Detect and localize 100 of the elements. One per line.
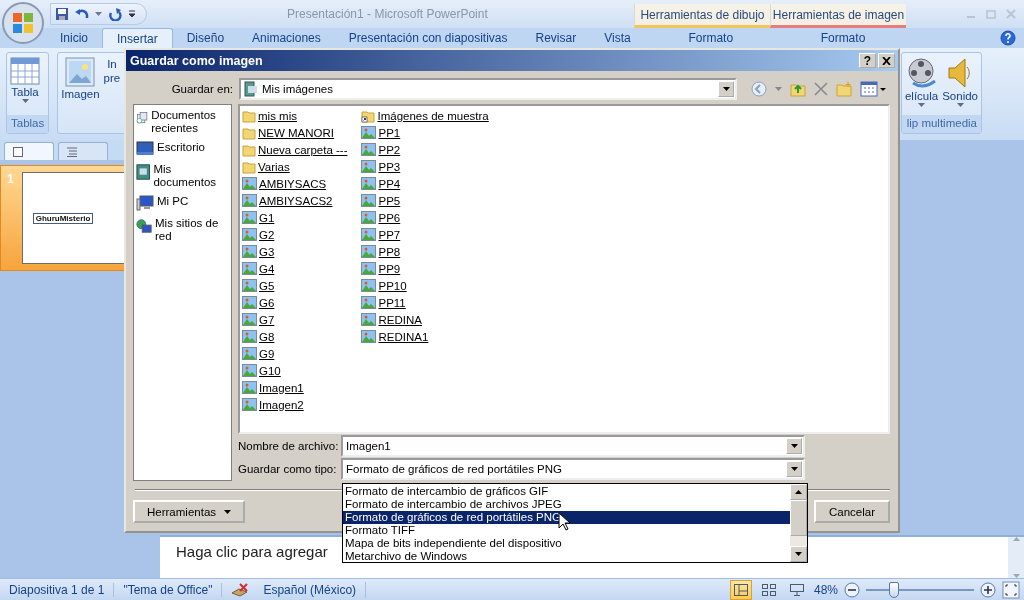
image-file-icon [242, 330, 257, 343]
dropdown-button[interactable] [786, 461, 802, 477]
file-name[interactable]: PP9 [378, 262, 401, 275]
file-name[interactable]: PP6 [378, 211, 401, 224]
file-name[interactable]: PP8 [378, 245, 401, 258]
file-name[interactable]: PP1 [378, 126, 401, 139]
image-file-icon [361, 296, 377, 309]
tools-button[interactable]: Herramientas [133, 500, 246, 523]
file-type-dropdown[interactable]: Formato de gráficos de red portátiles PNG [341, 458, 805, 480]
slides-tab[interactable] [4, 142, 54, 160]
file-type-option[interactable]: Formato TIFF [343, 524, 790, 537]
ribbon-tab[interactable]: Revisar [521, 28, 591, 48]
ribbon-tab[interactable]: Inicio [46, 28, 102, 48]
ribbon-button[interactable]: Imagen [60, 55, 101, 131]
file-name[interactable]: mis mis [258, 109, 297, 122]
file-name[interactable]: G1 [259, 211, 275, 224]
file-name[interactable]: G9 [259, 347, 275, 360]
file-name[interactable]: PP3 [378, 160, 401, 173]
file-name[interactable]: Varias [258, 160, 290, 173]
view-button[interactable] [729, 579, 752, 600]
help-icon[interactable] [1000, 30, 1016, 46]
file-name[interactable]: G3 [259, 245, 275, 258]
file-name[interactable]: NEW MANORI [258, 126, 335, 139]
file-name[interactable]: PP2 [378, 143, 401, 156]
scroll-up-button[interactable] [790, 484, 807, 500]
file-name[interactable]: PP11 [378, 296, 406, 309]
views-icon[interactable] [860, 81, 886, 97]
ribbon-button[interactable]: elícula [903, 55, 940, 113]
slider-thumb[interactable] [889, 581, 900, 598]
zoom-in-icon[interactable] [980, 581, 996, 598]
spelling-icon[interactable] [231, 581, 250, 598]
context-tab-header: Herramientas de imagen [770, 4, 906, 28]
image-file-icon [361, 177, 377, 190]
file-name[interactable]: G10 [259, 364, 281, 377]
documents-icon [136, 163, 151, 181]
ribbon-tab[interactable]: Formato [776, 28, 910, 48]
file-name[interactable]: AMBIYSACS [259, 177, 327, 190]
zoom-out-icon[interactable] [844, 581, 860, 598]
up-folder-icon[interactable] [790, 81, 806, 97]
file-name[interactable]: Nueva carpeta --- [258, 143, 348, 156]
redo-icon[interactable] [108, 7, 122, 21]
file-name[interactable]: Imagen2 [259, 398, 304, 411]
file-name[interactable]: AMBIYSACS2 [259, 194, 333, 207]
file-name[interactable]: G7 [259, 313, 275, 326]
ribbon-button[interactable]: Sonido [941, 55, 979, 113]
image-file-icon [361, 211, 377, 224]
file-name[interactable]: G8 [259, 330, 275, 343]
fit-slide-icon[interactable] [1002, 580, 1020, 599]
scroll-down-button[interactable] [790, 546, 807, 562]
file-type-option[interactable]: Formato de intercambio de archivos JPEG [343, 498, 790, 511]
file-type-label: Guardar como tipo: [238, 463, 338, 475]
file-name[interactable]: PP5 [378, 194, 401, 207]
caret-icon [790, 467, 798, 471]
help-button[interactable]: ? [859, 53, 876, 68]
cursor-icon [558, 512, 570, 531]
file-name[interactable]: REDINA1 [378, 330, 429, 343]
group-label: lip multimedia [901, 115, 981, 133]
ribbon-tab[interactable]: Presentación con diapositivas [334, 28, 522, 48]
image-file-icon [242, 177, 257, 190]
place-item[interactable]: Documentos recientes [136, 109, 229, 135]
scroll-thumb[interactable] [790, 500, 807, 536]
computer-icon [136, 195, 154, 211]
undo-icon[interactable] [75, 7, 89, 21]
file-name[interactable]: Imagen1 [259, 381, 304, 394]
file-name[interactable]: G5 [259, 279, 275, 292]
caret-icon [795, 552, 802, 556]
table-icon [10, 57, 40, 85]
save-icon[interactable] [55, 7, 69, 21]
ribbon-button[interactable]: In pre [102, 55, 122, 131]
image-file-icon [242, 347, 257, 360]
file-name[interactable]: PP10 [378, 279, 407, 292]
file-name[interactable]: PP4 [378, 177, 401, 190]
ribbon-tab[interactable]: Diseño [172, 28, 239, 48]
ribbon-tab[interactable]: Vista [590, 28, 645, 48]
dropdown-button[interactable] [718, 81, 734, 97]
customize-icon[interactable] [128, 10, 136, 18]
file-name[interactable]: Imágenes de muestra [377, 109, 489, 122]
file-name[interactable]: REDINA [378, 313, 422, 326]
slide-title: GhuruMisterio [32, 212, 94, 224]
file-name[interactable]: G2 [259, 228, 275, 241]
close-button[interactable] [878, 53, 895, 68]
image-file-icon [242, 381, 257, 394]
ribbon-tab[interactable]: Animaciones [238, 28, 335, 48]
file-type-option[interactable]: Mapa de bits independiente del dispositivo [343, 537, 790, 550]
image-file-icon [361, 126, 377, 139]
office-button[interactable] [1, 1, 45, 45]
place-item[interactable]: Escritorio [136, 141, 229, 157]
file-name[interactable]: G6 [259, 296, 275, 309]
ribbon-tab[interactable]: Formato [644, 28, 777, 48]
file-name[interactable]: PP7 [378, 228, 401, 241]
dropdown-button[interactable] [786, 437, 802, 454]
cancel-button[interactable]: Cancelar [814, 500, 890, 523]
file-type-option[interactable]: Formato de intercambio de gráficos GIF [343, 485, 790, 498]
save-in-dropdown[interactable]: Mis imágenes [239, 78, 737, 100]
file-name-field[interactable]: Imagen1 [341, 434, 805, 457]
file-type-option[interactable]: Metarchivo de Windows [343, 550, 790, 563]
file-name[interactable]: G4 [259, 262, 275, 275]
zoom-level: 48% [813, 582, 838, 597]
ribbon-button[interactable]: Tabla [9, 55, 41, 113]
ribbon-tab[interactable]: Insertar [102, 28, 173, 48]
